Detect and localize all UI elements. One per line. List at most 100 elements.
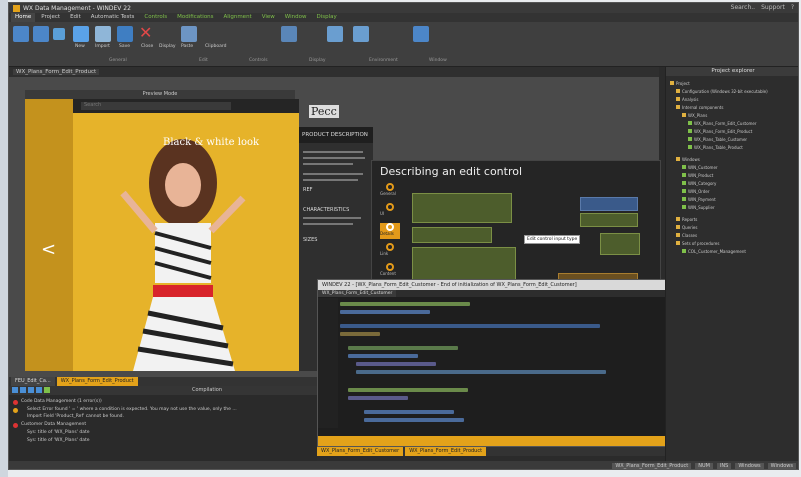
tab-window[interactable]: Window xyxy=(281,13,311,22)
explorer-row[interactable]: WX_Plans_Form_Edit_Product xyxy=(688,129,752,135)
title-right-1[interactable]: Support xyxy=(761,4,785,11)
explorer-row[interactable]: Sets of procedures xyxy=(676,241,719,247)
code-line[interactable] xyxy=(364,410,454,414)
explorer-row[interactable]: Analysis xyxy=(676,97,698,103)
check-icon xyxy=(682,197,686,201)
save-button[interactable] xyxy=(117,26,133,42)
folder-icon xyxy=(682,113,686,117)
explorer-row[interactable]: WX_Plans_Table_Customer xyxy=(688,137,747,143)
status-ins: INS xyxy=(716,463,732,469)
step-link[interactable]: Link xyxy=(380,243,400,259)
new-icon[interactable] xyxy=(13,26,29,42)
code-editor-window: WINDEV 22 - [WX_Plans_Form_Edit_Customer… xyxy=(317,279,681,447)
preview-header: Preview Mode xyxy=(25,90,295,99)
code-line[interactable] xyxy=(348,354,418,358)
options-icon[interactable] xyxy=(353,26,369,42)
code-line[interactable] xyxy=(348,388,468,392)
step-details[interactable]: Details xyxy=(380,223,400,239)
tab-modifications[interactable]: Modifications xyxy=(173,13,217,22)
code-bottom-tab-1[interactable]: WX_Plans_Form_Edit_Product xyxy=(405,447,487,456)
explorer-row[interactable]: WIN_Order xyxy=(682,189,710,195)
display-icon[interactable] xyxy=(327,26,343,42)
compile-row[interactable]: Sys: title of 'WX_Plans' date xyxy=(27,430,90,435)
explorer-row[interactable]: Classes xyxy=(676,233,697,239)
explorer-row[interactable]: WIN_Product xyxy=(682,173,713,179)
tab-controls[interactable]: Controls xyxy=(140,13,171,22)
code-line[interactable] xyxy=(340,310,430,314)
option-button-blue[interactable] xyxy=(580,197,638,211)
prev-arrow-icon[interactable]: < xyxy=(41,239,56,260)
code-line[interactable] xyxy=(348,396,408,400)
search-input[interactable]: Search xyxy=(81,102,231,110)
title-right-0[interactable]: Search.. xyxy=(731,4,755,11)
step-general[interactable]: General xyxy=(380,183,400,199)
compile-row[interactable]: Code Data Management (1 error(s)) xyxy=(21,399,102,404)
compile-icon[interactable] xyxy=(36,387,42,393)
option-group-input[interactable] xyxy=(412,193,512,223)
step-content[interactable]: Content xyxy=(380,263,400,279)
title-right-2[interactable]: ? xyxy=(791,4,794,11)
bottom-tab-0[interactable]: FEU_Edit_Ca... xyxy=(11,377,55,386)
folder-icon xyxy=(676,89,680,93)
folder-icon xyxy=(676,233,680,237)
compile-row[interactable]: Sys: title of 'WX_Plans' date xyxy=(27,438,90,443)
code-line[interactable] xyxy=(348,346,458,350)
tab-project[interactable]: Project xyxy=(37,13,64,22)
tool-icon[interactable] xyxy=(413,26,429,42)
open-button[interactable] xyxy=(95,26,111,42)
option-group-align[interactable] xyxy=(600,233,640,255)
compile-row[interactable]: Select Error found ' = ' where a conditi… xyxy=(27,407,237,412)
explorer-row[interactable]: WIN_Category xyxy=(682,181,716,187)
explorer-row[interactable]: Windows xyxy=(676,157,700,163)
tab-display[interactable]: Display xyxy=(312,13,340,22)
explorer-row[interactable]: WIN_Customer xyxy=(682,165,718,171)
compile-icon[interactable] xyxy=(12,387,18,393)
compile-row[interactable]: Customer Data Management xyxy=(21,422,86,427)
explorer-row[interactable]: COL_Customer_Management xyxy=(682,249,746,255)
new-button[interactable] xyxy=(73,26,89,42)
explorer-row[interactable]: Internal components xyxy=(676,105,723,111)
error-icon xyxy=(13,423,18,428)
explorer-row[interactable]: WX_Plans xyxy=(682,113,707,119)
window-icon[interactable] xyxy=(53,28,65,40)
code-line[interactable] xyxy=(340,324,600,328)
step-label: Link xyxy=(380,251,389,256)
explorer-row[interactable]: Reports xyxy=(676,217,697,223)
explorer-row[interactable]: Configuration (Windows 32-bit executable… xyxy=(676,89,768,95)
close-icon[interactable]: ✕ xyxy=(139,25,155,42)
paste-icon[interactable] xyxy=(181,26,197,42)
compile-icon[interactable] xyxy=(44,387,50,393)
import-icon[interactable] xyxy=(33,26,49,42)
compile-icon[interactable] xyxy=(28,387,34,393)
explorer-row[interactable]: Queries xyxy=(676,225,697,231)
code-bottom-tab-0[interactable]: WX_Plans_Form_Edit_Customer xyxy=(317,447,404,456)
code-line[interactable] xyxy=(340,302,470,306)
option-button-green[interactable] xyxy=(580,213,638,227)
tab-view[interactable]: View xyxy=(258,13,279,22)
explorer-row[interactable]: Project xyxy=(670,81,690,87)
explorer-row[interactable]: WIN_Payment xyxy=(682,197,716,203)
code-line[interactable] xyxy=(340,332,380,336)
explorer-row[interactable]: WX_Plans_Table_Product xyxy=(688,145,743,151)
compile-row[interactable]: Import Field 'Product_Ref' cannot be fou… xyxy=(27,414,124,419)
compile-icon[interactable] xyxy=(20,387,26,393)
tab-automatic-tests[interactable]: Automatic Tests xyxy=(87,13,139,22)
status-os2: Windows xyxy=(767,463,796,469)
tab-home[interactable]: Home xyxy=(11,13,36,22)
find-icon[interactable] xyxy=(281,26,297,42)
code-line[interactable] xyxy=(356,362,436,366)
tab-edit[interactable]: Edit xyxy=(66,13,85,22)
code-line[interactable] xyxy=(356,370,606,374)
explorer-row[interactable]: WX_Plans_Form_Edit_Customer xyxy=(688,121,757,127)
editor-doc-tab[interactable]: WX_Plans_Form_Edit_Product xyxy=(13,69,100,75)
tab-alignment[interactable]: Alignment xyxy=(220,13,256,22)
option-group-multiline[interactable] xyxy=(412,227,492,243)
title-bar: WX Data Management - WINDEV 22 Search.. … xyxy=(9,3,798,13)
bottom-tab-1[interactable]: WX_Plans_Form_Edit_Product xyxy=(56,377,138,386)
step-ui[interactable]: UI xyxy=(380,203,400,219)
explorer-row[interactable]: WIN_Supplier xyxy=(682,205,715,211)
check-icon xyxy=(688,145,692,149)
error-icon xyxy=(13,400,18,405)
code-line[interactable] xyxy=(364,418,464,422)
code-tab[interactable]: WX_Plans_Form_Edit_Customer xyxy=(318,290,397,297)
